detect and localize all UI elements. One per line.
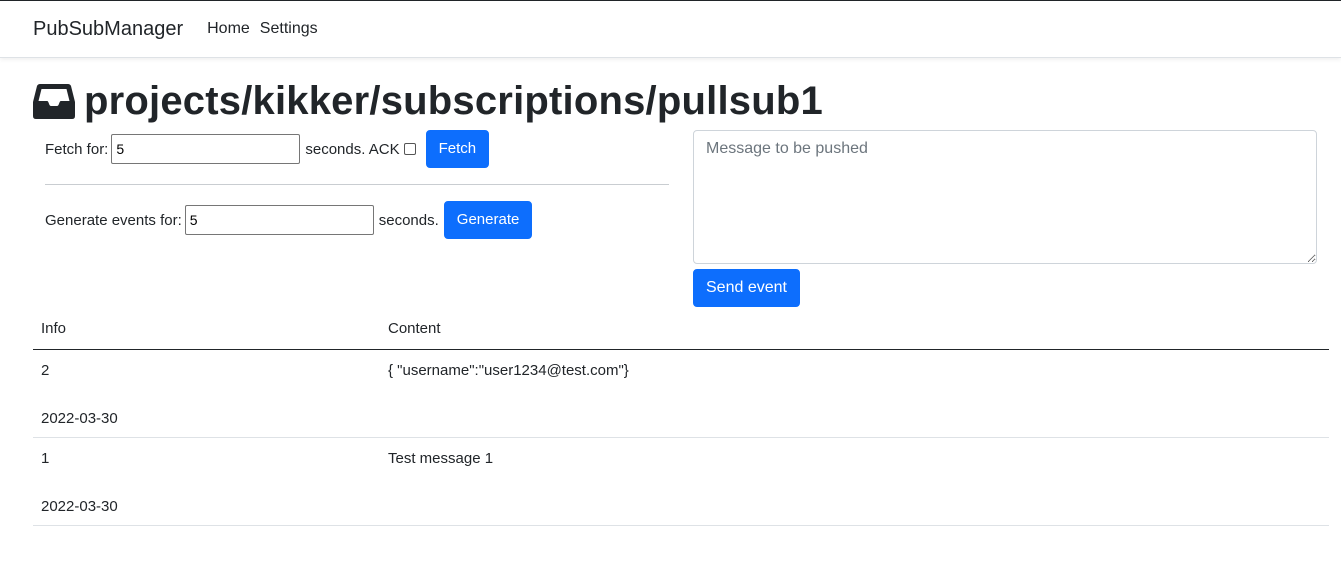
generate-suffix: seconds.	[378, 211, 439, 229]
generate-label: Generate events for:	[45, 211, 182, 229]
fetch-label: Fetch for:	[45, 140, 109, 158]
page-header: projects/kikker/subscriptions/pullsub1	[33, 78, 1329, 124]
message-textarea[interactable]	[693, 130, 1317, 264]
event-id: 2	[41, 361, 50, 379]
table-row: 2 2022-03-30 { "username":"user1234@test…	[33, 349, 1329, 438]
page-title: projects/kikker/subscriptions/pullsub1	[84, 79, 823, 123]
controls-row: Fetch for: seconds. ACK Fetch Generate e…	[33, 130, 1329, 307]
send-event-button[interactable]: Send event	[693, 269, 800, 307]
info-cell: 1 2022-03-30	[33, 437, 380, 526]
fetch-seconds-input[interactable]	[111, 134, 301, 164]
fetch-suffix: seconds. ACK	[305, 140, 400, 158]
events-table: Info Content 2 2022-03-30 { "username":"…	[33, 309, 1329, 526]
ack-checkbox[interactable]	[403, 143, 416, 155]
divider	[45, 184, 669, 185]
main-content: projects/kikker/subscriptions/pullsub1 F…	[0, 78, 1341, 526]
info-cell: 2 2022-03-30	[33, 349, 380, 438]
inbox-icon	[33, 82, 75, 120]
fetch-generate-panel: Fetch for: seconds. ACK Fetch Generate e…	[33, 130, 669, 307]
fetch-row: Fetch for: seconds. ACK Fetch	[45, 130, 669, 168]
table-row: 1 2022-03-30 Test message 1	[33, 437, 1329, 526]
generate-button[interactable]: Generate	[443, 201, 533, 239]
generate-seconds-input[interactable]	[184, 205, 374, 235]
fetch-button[interactable]: Fetch	[425, 130, 490, 168]
nav-link-settings[interactable]: Settings	[260, 20, 318, 38]
table-header-row: Info Content	[33, 309, 1329, 350]
navbar: PubSubManager Home Settings	[0, 1, 1341, 58]
brand-link[interactable]: PubSubManager	[33, 18, 183, 41]
content-cell: { "username":"user1234@test.com"}	[380, 349, 1329, 438]
column-header-info: Info	[33, 309, 380, 350]
push-panel: Send event	[669, 130, 1329, 307]
event-date: 2022-03-30	[41, 409, 118, 427]
generate-row: Generate events for: seconds. Generate	[45, 201, 669, 239]
column-header-content: Content	[380, 309, 1329, 350]
event-date: 2022-03-30	[41, 497, 118, 515]
nav-link-home[interactable]: Home	[207, 20, 250, 38]
content-cell: Test message 1	[380, 437, 1329, 526]
event-id: 1	[41, 449, 50, 467]
